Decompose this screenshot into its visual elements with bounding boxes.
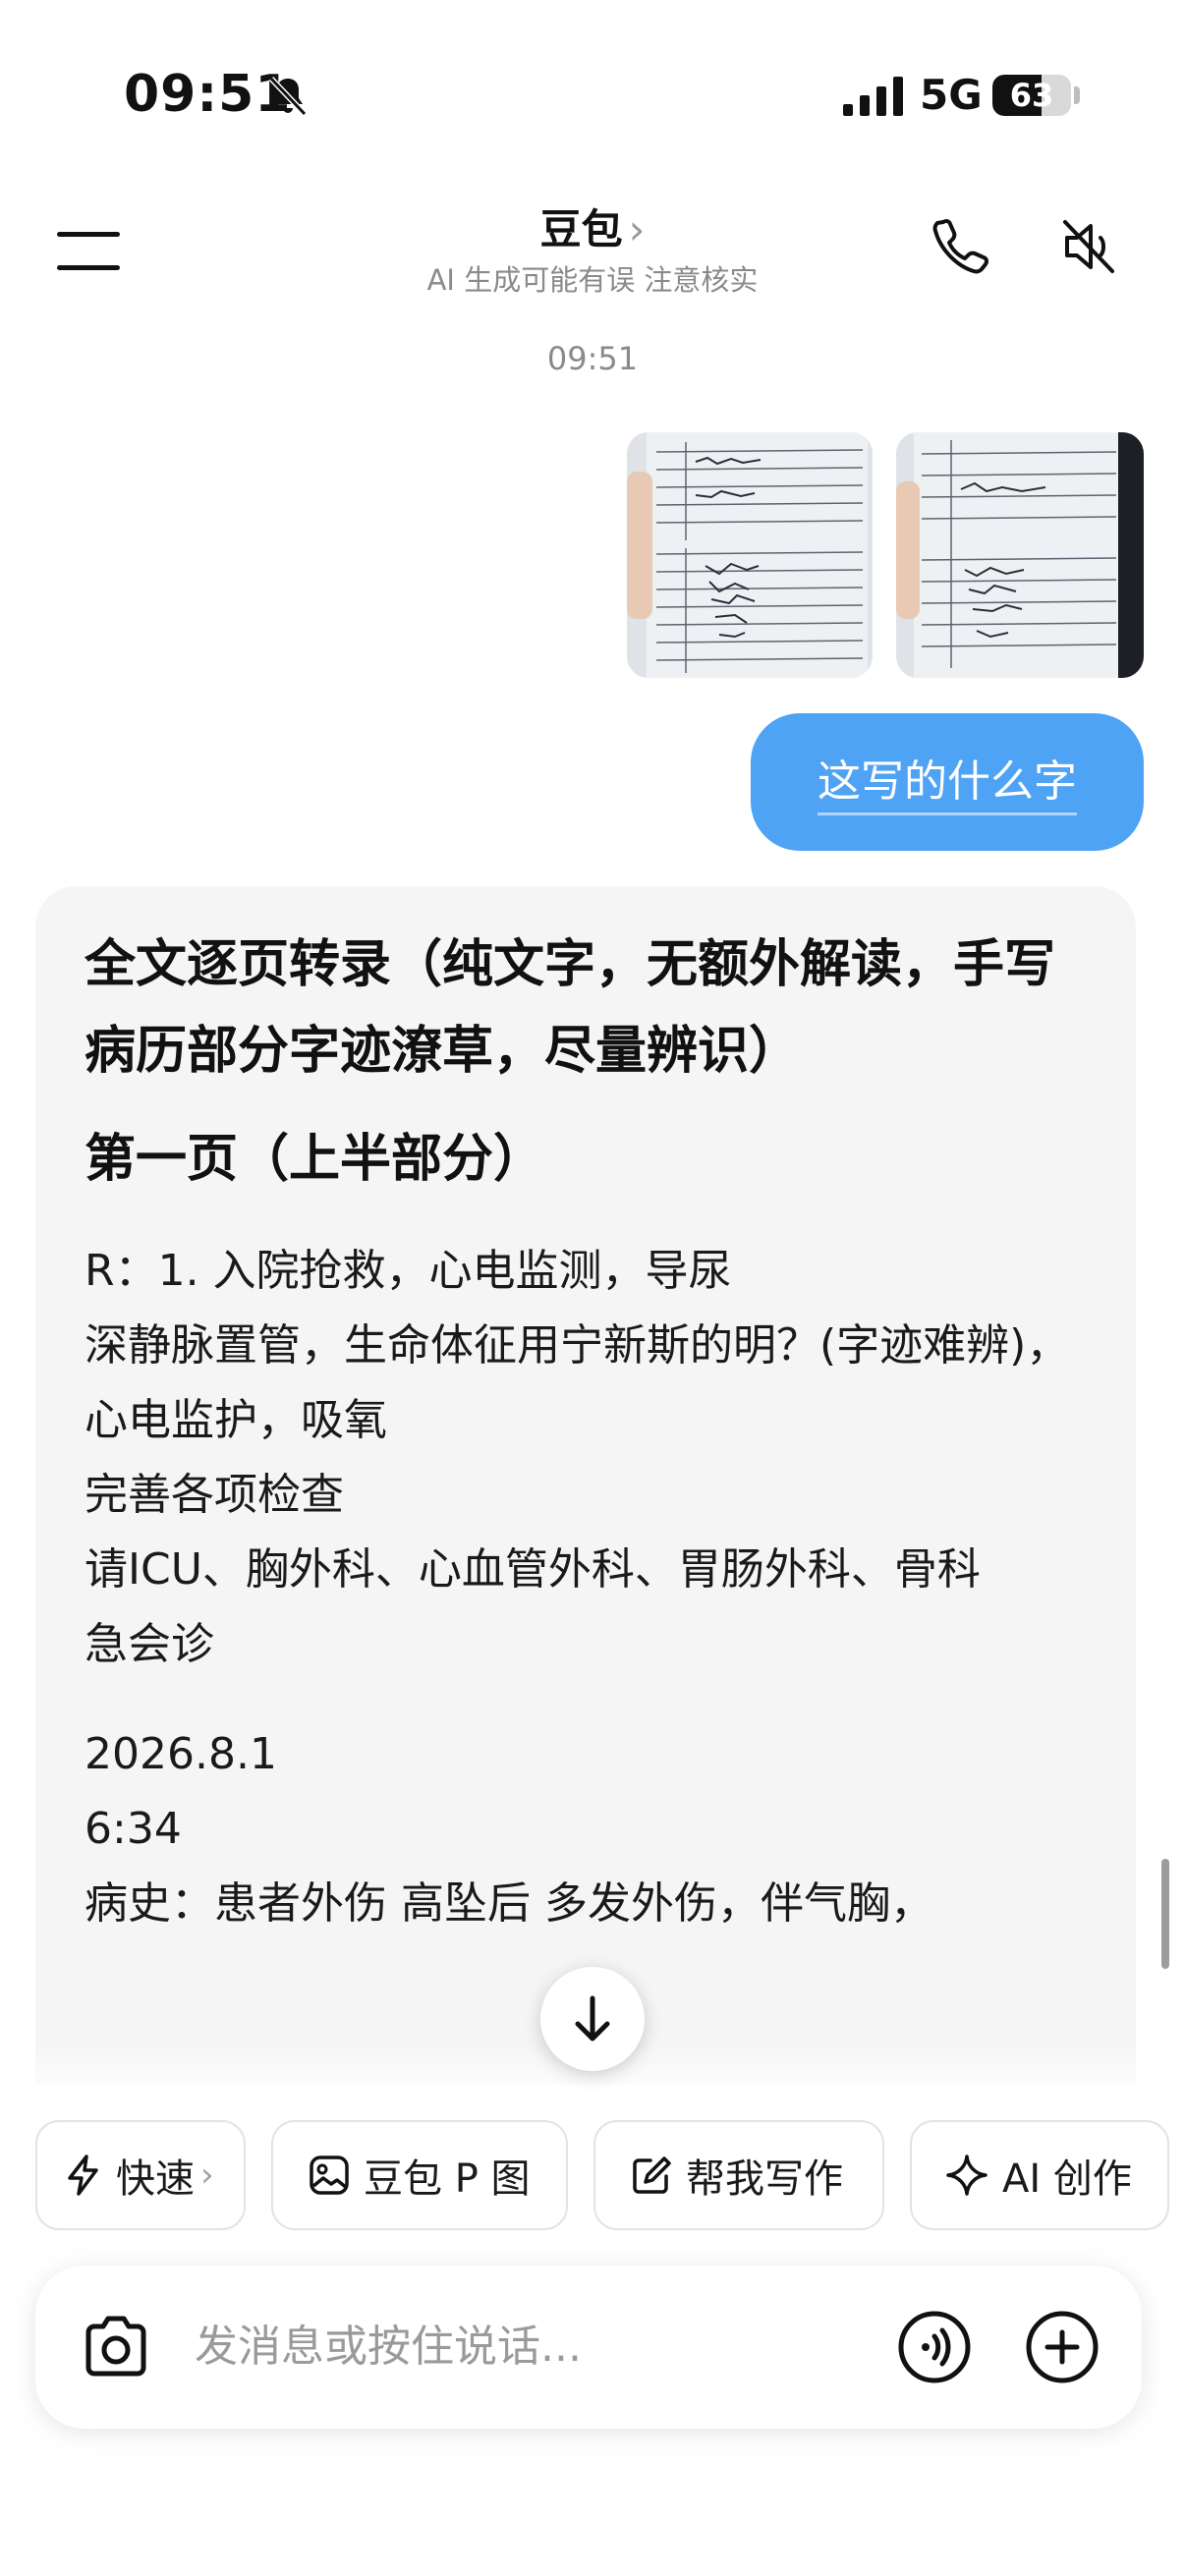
lightning-icon — [68, 2155, 98, 2196]
attached-image-1[interactable] — [627, 432, 873, 678]
ai-create-button[interactable]: AI 创作 — [910, 2120, 1169, 2230]
handwritten-record-photo-1 — [627, 432, 873, 678]
ai-disclaimer: AI 生成可能有误 注意核实 — [426, 263, 759, 297]
scroll-to-bottom-button[interactable] — [540, 1967, 645, 2071]
signal-bars-icon — [843, 77, 903, 116]
photo-edit-label: 豆包 P 图 — [364, 2156, 531, 2202]
arrow-down-icon — [575, 1995, 610, 2042]
response-paragraph: R：1. 入院抢救，心电监测，导尿 深静脉置管，生命体征用宁新斯的明？(字迹难辨… — [85, 1246, 1070, 1669]
speaker-mute-icon[interactable] — [1059, 216, 1118, 277]
help-write-button[interactable]: 帮我写作 — [593, 2120, 884, 2230]
bot-name-label: 豆包 — [539, 205, 623, 253]
section-title: 第一页（上半部分） — [85, 1130, 545, 1189]
message-input-bar[interactable]: 发消息或按住说话... — [35, 2266, 1142, 2429]
bell-slash-icon — [268, 76, 308, 117]
network-type: 5G — [920, 71, 983, 119]
chevron-right-icon: › — [200, 2156, 214, 2195]
response-heading: 全文逐页转录（纯文字，无额外解读，手写病历部分字迹潦草，尽量辨识） — [85, 935, 1056, 1081]
message-input[interactable]: 发消息或按住说话... — [195, 2266, 582, 2429]
chevron-right-icon: › — [628, 205, 646, 253]
image-edit-icon — [310, 2156, 349, 2195]
handwritten-record-photo-2 — [896, 432, 1144, 678]
camera-icon[interactable] — [81, 2313, 151, 2381]
quick-mode-button[interactable]: 快速 › — [35, 2120, 246, 2230]
bot-name[interactable]: 豆包 › — [0, 196, 1185, 256]
status-bar: 09:51 5G 63 — [0, 0, 1185, 187]
quick-mode-label: 快速 — [116, 2156, 195, 2202]
scrollbar[interactable] — [1161, 1859, 1169, 1969]
ai-create-label: AI 创作 — [1002, 2156, 1132, 2202]
phone-icon[interactable] — [930, 216, 990, 277]
plus-circle-icon[interactable] — [1024, 2309, 1100, 2385]
response-paragraph: 2026.8.1 6:34 病史：患者外伤 高坠后 多发外伤，伴气胸， — [85, 1729, 933, 1929]
user-message-bubble[interactable]: 这写的什么字 — [751, 713, 1144, 851]
battery-percent: 63 — [1009, 77, 1054, 114]
photo-edit-button[interactable]: 豆包 P 图 — [271, 2120, 568, 2230]
pencil-square-icon — [633, 2156, 671, 2194]
battery-indicator: 63 — [992, 75, 1071, 116]
ai-response-card: 全文逐页转录（纯文字，无额外解读，手写病历部分字迹潦草，尽量辨识） 第一页（上半… — [35, 886, 1136, 2085]
message-timestamp: 09:51 — [546, 340, 639, 377]
home-indicator — [447, 2535, 738, 2547]
attached-image-2[interactable] — [896, 432, 1144, 678]
help-write-label: 帮我写作 — [686, 2156, 843, 2202]
voice-wave-icon[interactable] — [896, 2309, 973, 2385]
chat-header: 豆包 › AI 生成可能有误 注意核实 — [0, 187, 1185, 314]
user-message-text: 这写的什么字 — [818, 756, 1077, 815]
battery-tip — [1074, 86, 1080, 104]
sparkle-icon — [946, 2155, 988, 2196]
